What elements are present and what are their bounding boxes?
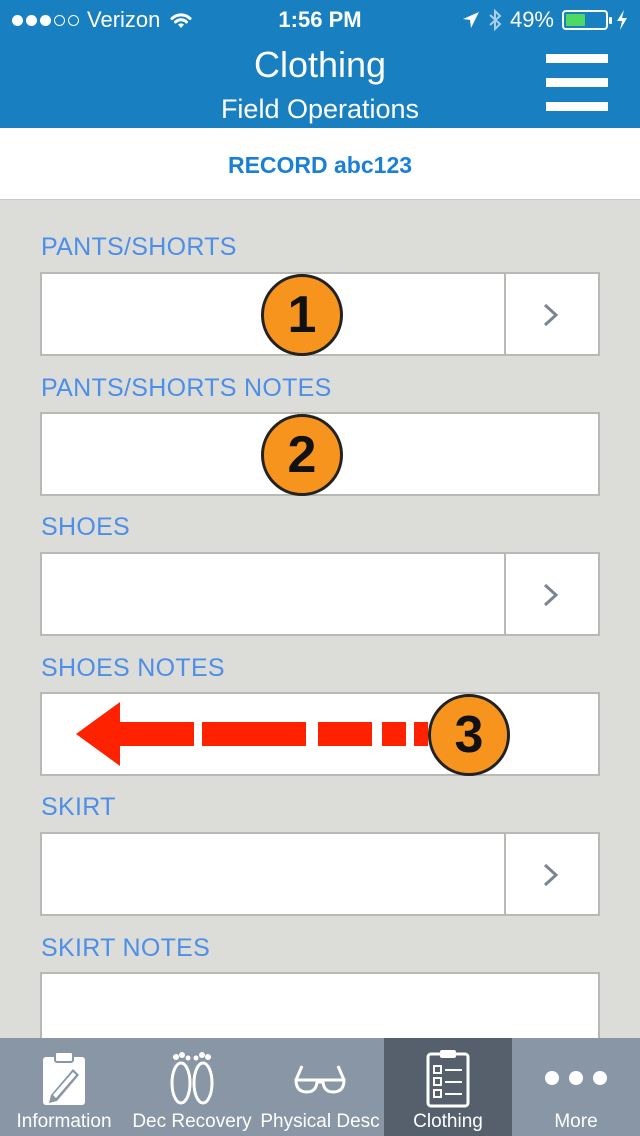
chevron-right-icon[interactable] — [504, 554, 598, 634]
shoes-notes-label: SHOES NOTES — [41, 654, 225, 682]
annotation-badge-3: 3 — [428, 694, 510, 776]
bluetooth-icon — [489, 9, 502, 31]
skirt-notes-label: SKIRT NOTES — [41, 934, 211, 962]
pants-shorts-label: PANTS/SHORTS — [41, 233, 237, 261]
page-title: Clothing — [253, 44, 387, 85]
skirt-notes-field[interactable] — [40, 972, 600, 1038]
tab-label: Dec Recovery — [132, 1111, 252, 1132]
tab-label: Physical Desc — [260, 1111, 380, 1132]
tab-physical-desc[interactable]: Physical Desc — [256, 1038, 384, 1136]
status-bar: Verizon 1:56 PM 49% — [0, 0, 640, 40]
chevron-right-icon[interactable] — [504, 274, 598, 354]
record-header: RECORD abc123 — [0, 128, 640, 200]
skirt-select[interactable] — [40, 832, 600, 916]
pencil-clipboard-icon — [0, 1046, 128, 1110]
battery-percent: 49% — [509, 7, 554, 32]
tab-dec-recovery[interactable]: Dec Recovery — [128, 1038, 256, 1136]
shoes-label: SHOES — [41, 513, 131, 541]
tab-information[interactable]: Information — [0, 1038, 128, 1136]
annotation-arrow-left-icon — [76, 702, 428, 766]
charging-bolt-icon — [617, 10, 627, 30]
glasses-icon — [256, 1046, 384, 1110]
status-right: 49% — [462, 7, 628, 33]
bottom-tab-bar: Information Dec Recovery Physical Desc C… — [0, 1038, 640, 1136]
page-subtitle: Field Operations — [220, 94, 420, 124]
checklist-icon — [384, 1046, 512, 1110]
location-arrow-icon — [462, 12, 479, 28]
navigation-header: Clothing Field Operations — [0, 40, 640, 128]
battery-fill — [566, 14, 585, 26]
shoes-select[interactable] — [40, 552, 600, 636]
tab-clothing[interactable]: Clothing — [384, 1038, 512, 1136]
annotation-badge-2: 2 — [261, 414, 343, 496]
battery-icon — [562, 10, 612, 30]
tab-label: More — [554, 1111, 598, 1132]
record-label: RECORD abc123 — [227, 152, 413, 178]
annotation-badge-1: 1 — [261, 274, 343, 356]
footprints-icon — [128, 1046, 256, 1110]
more-dots-icon — [512, 1046, 640, 1110]
tab-label: Clothing — [413, 1111, 483, 1132]
pants-shorts-notes-label: PANTS/SHORTS NOTES — [41, 374, 332, 402]
tab-label: Information — [16, 1111, 112, 1132]
skirt-label: SKIRT — [41, 793, 116, 821]
chevron-right-icon[interactable] — [504, 834, 598, 914]
tab-more[interactable]: More — [512, 1038, 640, 1136]
hamburger-menu-icon[interactable] — [546, 52, 608, 114]
